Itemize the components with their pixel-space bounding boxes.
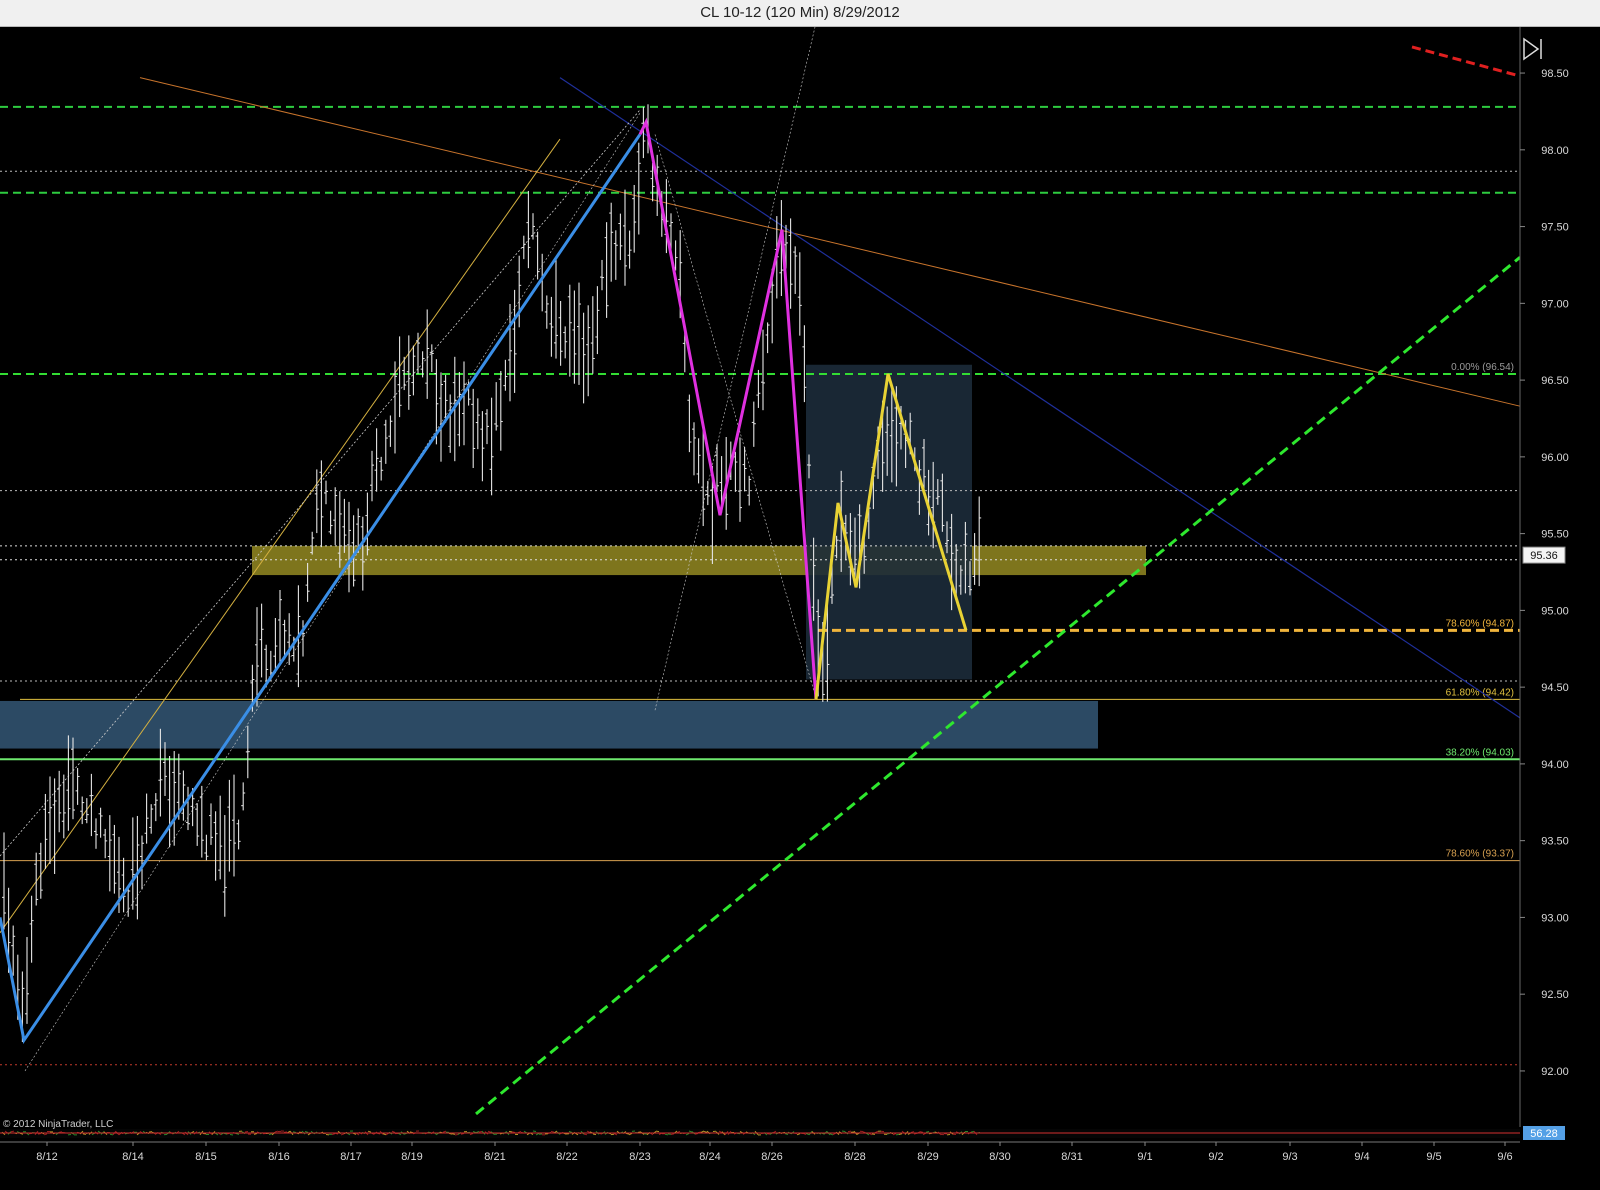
date-axis-label: 9/2 <box>1208 1151 1223 1163</box>
indicator-trace <box>508 1130 513 1133</box>
date-axis-label: 8/23 <box>629 1151 650 1163</box>
indicator-trace <box>109 1133 114 1136</box>
price-axis-label: 92.00 <box>1541 1066 1569 1078</box>
copyright-label: © 2012 NinjaTrader, LLC <box>3 1119 113 1130</box>
resistance-zone <box>252 545 1146 576</box>
indicator-trace <box>898 1133 903 1135</box>
indicator-trace <box>283 1131 288 1133</box>
date-axis-label: 9/4 <box>1354 1151 1369 1163</box>
date-axis-label: 8/17 <box>340 1151 361 1163</box>
price-axis-label: 92.50 <box>1541 989 1569 1001</box>
indicator-trace <box>694 1133 699 1135</box>
fib-level-label: 78.60% (94.87) <box>1446 618 1514 629</box>
indicator-trace <box>655 1130 660 1133</box>
date-axis-label: 9/5 <box>1426 1151 1441 1163</box>
price-axis-label: 98.50 <box>1541 68 1569 80</box>
date-axis-label: 8/21 <box>484 1151 505 1163</box>
chart-window: CL 10-12 (120 Min) 8/29/2012 0.00% (96.5… <box>0 0 1600 1190</box>
indicator-trace <box>847 1130 852 1133</box>
indicator-trace <box>625 1132 630 1135</box>
date-axis-label: 8/30 <box>989 1151 1010 1163</box>
date-axis-label: 8/31 <box>1061 1151 1082 1163</box>
price-axis-label: 94.50 <box>1541 682 1569 694</box>
price-axis-label: 94.00 <box>1541 759 1569 771</box>
indicator-trace <box>511 1131 516 1134</box>
price-axis-label: 98.00 <box>1541 145 1569 157</box>
price-axis-label: 95.00 <box>1541 605 1569 617</box>
price-axis-label: 93.50 <box>1541 836 1569 848</box>
date-axis-label: 9/6 <box>1497 1151 1512 1163</box>
indicator-trace <box>451 1133 456 1135</box>
last-price-label: 95.36 <box>1530 550 1558 562</box>
date-axis-label: 8/15 <box>195 1151 216 1163</box>
fib-level-label: 78.60% (93.37) <box>1446 849 1514 860</box>
date-axis-label: 8/22 <box>556 1151 577 1163</box>
indicator-trace <box>10 1130 15 1133</box>
fib-level-label: 61.80% (94.42) <box>1446 687 1514 698</box>
indicator-trace <box>925 1131 930 1133</box>
fib-level-label: 0.00% (96.54) <box>1451 362 1514 373</box>
date-axis-label: 8/14 <box>122 1151 143 1163</box>
plot-background <box>0 27 1600 1190</box>
window-title: CL 10-12 (120 Min) 8/29/2012 <box>0 0 1600 27</box>
date-axis-label: 9/1 <box>1137 1151 1152 1163</box>
price-axis-label: 93.00 <box>1541 912 1569 924</box>
price-axis-label: 97.00 <box>1541 298 1569 310</box>
support-zone <box>0 700 1098 749</box>
price-axis-label: 96.00 <box>1541 452 1569 464</box>
indicator-trace <box>583 1133 588 1136</box>
indicator-trace <box>766 1133 771 1135</box>
indicator-trace <box>37 1132 42 1135</box>
indicator-value-label: 56.28 <box>1530 1128 1558 1140</box>
date-axis-label: 8/19 <box>401 1151 422 1163</box>
date-axis-label: 9/3 <box>1282 1151 1297 1163</box>
indicator-trace <box>664 1133 669 1136</box>
indicator-trace <box>58 1131 63 1133</box>
indicator-trace <box>895 1133 900 1136</box>
date-axis-label: 8/29 <box>917 1151 938 1163</box>
indicator-trace <box>592 1133 597 1136</box>
price-axis-label: 96.50 <box>1541 375 1569 387</box>
indicator-trace <box>244 1130 249 1133</box>
date-axis-label: 8/26 <box>761 1151 782 1163</box>
date-axis-label: 8/24 <box>699 1151 720 1163</box>
price-axis-label: 97.50 <box>1541 222 1569 234</box>
date-axis-label: 8/12 <box>36 1151 57 1163</box>
indicator-trace <box>292 1131 297 1133</box>
fib-level-label: 38.20% (94.03) <box>1446 747 1514 758</box>
date-axis-label: 8/16 <box>268 1151 289 1163</box>
date-axis-label: 8/28 <box>844 1151 865 1163</box>
price-chart[interactable]: 0.00% (96.54) 78.60% (94.87) 61.80% (94.42… <box>0 27 1600 1190</box>
indicator-trace <box>670 1133 675 1136</box>
price-axis-label: 95.50 <box>1541 529 1569 541</box>
indicator-trace <box>82 1133 87 1135</box>
